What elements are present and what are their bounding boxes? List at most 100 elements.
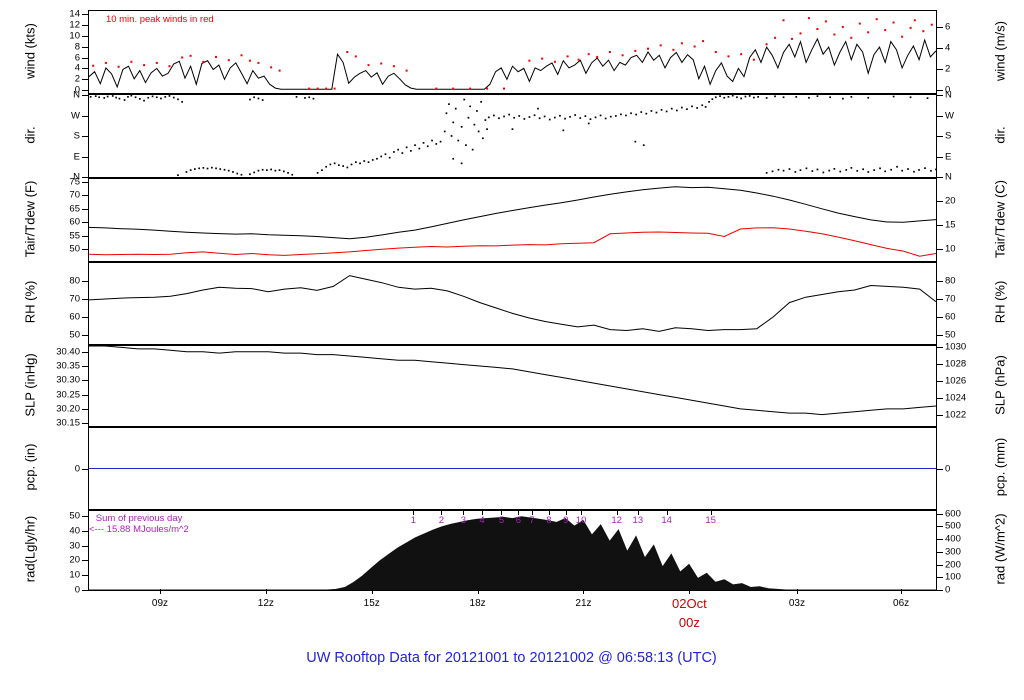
x-tick-mark bbox=[371, 589, 373, 594]
panel-humidity: 80 70 60 50 80 70 60 50 bbox=[69, 262, 956, 345]
tick-mark-left bbox=[82, 24, 88, 26]
x-tick-label: 03z bbox=[788, 598, 805, 609]
rad-sum-number: 4 bbox=[479, 515, 485, 526]
tick-label-left: 30 bbox=[69, 540, 80, 551]
tick-label-right: 500 bbox=[945, 520, 961, 532]
panel-temperature: 75 70 65 60 55 50 20 15 10 bbox=[69, 176, 956, 262]
tick-mark-right bbox=[937, 26, 943, 28]
rad-sum-number: 9 bbox=[563, 515, 569, 526]
tick-label-right: 15 bbox=[945, 219, 956, 231]
tick-label-left: 4 bbox=[74, 62, 80, 74]
tick-mark-right bbox=[937, 69, 943, 70]
x-tick-mark bbox=[796, 589, 798, 594]
x-tick-label: 02Oct bbox=[672, 596, 707, 611]
tick-label-right: 4 bbox=[945, 42, 951, 54]
tick-label-right: 200 bbox=[945, 559, 961, 570]
x-tick-mark bbox=[901, 589, 903, 594]
x-tick-label: 18z bbox=[469, 598, 486, 609]
tick-mark-left bbox=[82, 208, 88, 210]
axis-label-tair-f: Tair/Tdew (F) bbox=[22, 180, 38, 258]
tick-label-right: 1030 bbox=[945, 341, 967, 353]
tick-mark-left bbox=[82, 248, 88, 250]
tick-mark-right bbox=[937, 347, 943, 349]
rad-sum-number: 5 bbox=[498, 515, 505, 526]
tick-label-right: W bbox=[945, 110, 954, 121]
tick-label-left: 80 bbox=[69, 275, 80, 287]
tick-mark-left bbox=[82, 181, 88, 183]
tick-label-right: N bbox=[945, 171, 952, 183]
tick-mark-left bbox=[82, 35, 88, 37]
tick-label-left: 70 bbox=[69, 189, 80, 201]
axis-label-rh-right: RH (%) bbox=[992, 280, 1008, 324]
tick-label-right: N bbox=[945, 89, 952, 101]
tick-mark-right bbox=[937, 364, 943, 365]
tick-mark-right bbox=[937, 380, 943, 382]
tick-mark-left bbox=[82, 380, 88, 382]
tick-label-left: 2 bbox=[74, 73, 80, 85]
tick-label-right: 1022 bbox=[945, 409, 967, 421]
tick-mark-left bbox=[82, 560, 88, 562]
tick-label-left: 60 bbox=[69, 216, 80, 228]
tick-label-left: 50 bbox=[69, 329, 80, 341]
tick-label-left: 70 bbox=[69, 293, 80, 305]
axis-label-rh-left: RH (%) bbox=[22, 280, 38, 324]
tick-mark-right bbox=[937, 577, 943, 579]
tick-label-left: E bbox=[73, 151, 80, 162]
tick-label-right: 0 bbox=[945, 463, 951, 474]
tick-mark-left bbox=[82, 79, 88, 81]
tick-label-left: N bbox=[73, 89, 80, 101]
tick-label-left: 30.25 bbox=[56, 389, 80, 401]
panel-wind-direction: NWSENNWSEN bbox=[71, 90, 954, 183]
tick-mark-left bbox=[82, 351, 88, 353]
axis-label-dir-right: dir. bbox=[992, 126, 1008, 144]
rad-sum-number: 8 bbox=[546, 515, 552, 526]
rad-sum-number: 15 bbox=[705, 515, 716, 526]
tick-label-left: 75 bbox=[69, 176, 80, 188]
tick-mark-left bbox=[82, 394, 88, 396]
tick-label-left: 6 bbox=[74, 52, 80, 63]
tick-label-left: 8 bbox=[74, 41, 80, 52]
tick-label-left: 30.40 bbox=[56, 346, 80, 358]
tick-mark-right bbox=[937, 526, 943, 528]
tick-label-right: 20 bbox=[945, 195, 956, 206]
tick-mark-left bbox=[82, 408, 88, 410]
tick-mark-left bbox=[82, 46, 88, 48]
tick-mark-left bbox=[82, 281, 88, 282]
tick-mark-right bbox=[937, 317, 943, 318]
rad-sum-number: 1 bbox=[410, 515, 417, 526]
x-axis: 09z 12z 15z 18z 21z 02Oct 00z 03z 06z bbox=[88, 589, 935, 649]
rad-sum-number: 14 bbox=[661, 515, 672, 526]
axis-label-rad-wm2: rad (W/m^2) bbox=[992, 513, 1008, 585]
tick-mark-right bbox=[937, 564, 943, 566]
tick-label-right: 300 bbox=[945, 546, 961, 558]
tick-label-left: 30.30 bbox=[56, 374, 80, 386]
x-tick-label: 15z bbox=[363, 598, 380, 609]
axis-label-dir-left: dir. bbox=[22, 126, 38, 144]
tick-mark-left bbox=[82, 317, 88, 318]
tick-label-left: 30.20 bbox=[56, 403, 80, 415]
meteogram-figure: wind (kts) dir. Tair/Tdew (F) RH (%) SLP… bbox=[0, 0, 1024, 700]
tick-mark-left bbox=[82, 335, 88, 336]
tick-mark-left bbox=[82, 115, 88, 117]
tick-label-right: 80 bbox=[945, 275, 956, 287]
tick-label-left: 50 bbox=[69, 510, 80, 522]
tick-mark-left bbox=[82, 235, 88, 237]
tick-label-left: 10 bbox=[69, 569, 80, 581]
tick-label-left: S bbox=[73, 130, 80, 142]
tick-mark-right bbox=[937, 299, 943, 300]
panel-annotation: <--- 15.88 MJoules/m^2 bbox=[89, 524, 189, 535]
tick-mark-right bbox=[937, 248, 943, 250]
tick-label-right: 6 bbox=[945, 21, 951, 32]
tick-mark-right bbox=[937, 156, 943, 158]
tick-mark-right bbox=[937, 397, 943, 399]
rad-sum-number: 10 bbox=[575, 515, 587, 526]
x-tick-label: 12z bbox=[257, 598, 274, 609]
rad-sum-number: 2 bbox=[438, 515, 444, 526]
x-tick-mark bbox=[583, 589, 585, 594]
tick-mark-right bbox=[937, 539, 943, 540]
axis-label-tair-c: Tair/Tdew (C) bbox=[992, 179, 1008, 259]
tick-mark-left bbox=[82, 90, 88, 92]
tick-mark-left bbox=[82, 530, 88, 532]
panel-annotation: Sum of previous day bbox=[95, 513, 183, 524]
axis-label-wind-kts: wind (kts) bbox=[22, 23, 38, 79]
